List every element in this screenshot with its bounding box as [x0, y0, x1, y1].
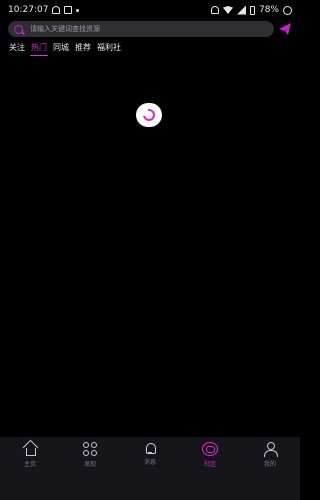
bell-icon [144, 442, 156, 454]
tab-hot[interactable]: 热门 [28, 42, 50, 57]
battery-percent: 78% [258, 5, 279, 15]
nav-item-community[interactable]: 社区 [180, 442, 240, 468]
discover-icon [83, 442, 97, 456]
tab-welfare[interactable]: 福利社 [94, 42, 124, 54]
nav-item-discover[interactable]: 发现 [60, 442, 120, 468]
signal-icon [236, 5, 246, 15]
sync-icon [283, 5, 292, 15]
spinner-icon [140, 106, 158, 124]
category-tabs: 关注 热门 同城 推荐 福利社 [6, 42, 124, 57]
status-left: 10:27:07 [8, 5, 80, 15]
app-icon [64, 6, 73, 14]
search-placeholder: 请输入关键词查找资源 [30, 25, 100, 33]
community-icon [202, 442, 218, 456]
nav-label: 发现 [83, 461, 96, 468]
status-time: 10:27:07 [8, 5, 49, 15]
nav-label: 消息 [143, 459, 156, 466]
bottom-nav: 主页 发现 消息 社区 我的 [0, 437, 300, 500]
status-right: 78% [210, 5, 292, 15]
nav-label: 社区 [203, 461, 216, 468]
wifi-icon [222, 6, 233, 14]
home-icon [23, 442, 37, 456]
search-row: 请输入关键词查找资源 [0, 20, 300, 38]
profile-icon [263, 442, 278, 457]
nav-label: 我的 [263, 461, 276, 468]
loading-indicator [136, 103, 162, 127]
status-bar: 10:27:07 78% [0, 0, 300, 20]
nav-item-messages[interactable]: 消息 [120, 442, 180, 466]
nav-label: 主页 [23, 461, 36, 468]
tab-recommend[interactable]: 推荐 [72, 42, 94, 54]
notification-icon [52, 6, 61, 14]
nav-item-profile[interactable]: 我的 [240, 442, 300, 468]
battery-icon [249, 5, 255, 15]
dot-icon [76, 8, 80, 12]
tab-follow[interactable]: 关注 [6, 42, 28, 54]
nav-item-home[interactable]: 主页 [0, 442, 60, 468]
send-icon[interactable] [278, 22, 292, 36]
search-icon [14, 24, 23, 34]
search-input[interactable]: 请输入关键词查找资源 [8, 21, 274, 37]
mute-icon [210, 6, 219, 14]
tab-local[interactable]: 同城 [50, 42, 72, 54]
